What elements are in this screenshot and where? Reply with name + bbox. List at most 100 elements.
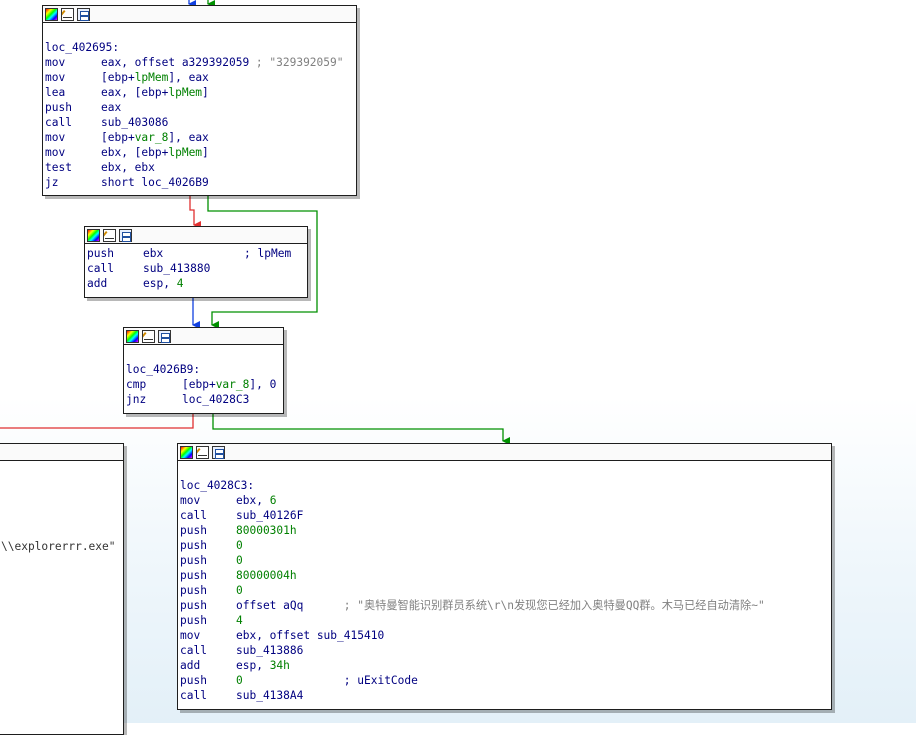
mnemonic: mov: [45, 71, 66, 84]
instruction-line[interactable]: push 0 ; uExitCode: [180, 673, 831, 688]
operand-variable[interactable]: 6: [270, 493, 277, 508]
instruction-line[interactable]: mov [ebp+ var_8], eax: [45, 130, 356, 145]
instruction-line[interactable]: mov [ebp+ lpMem], eax: [45, 70, 356, 85]
instruction-line[interactable]: mov ebx, 6: [180, 493, 831, 508]
instruction-line[interactable]: call sub_40126F: [180, 508, 831, 523]
operand-variable[interactable]: 34h: [270, 658, 290, 673]
instruction-line[interactable]: cmp [ebp+ var_8], 0: [126, 377, 283, 392]
rename-icon[interactable]: [142, 329, 155, 343]
instruction-line[interactable]: call sub_413886: [180, 643, 831, 658]
instruction-line[interactable]: push 4: [180, 613, 831, 628]
mnemonic: mov: [45, 56, 66, 69]
mnemonic: call: [180, 689, 207, 702]
group-nodes-icon[interactable]: [212, 445, 225, 459]
instruction-line[interactable]: push ebx ; lpMem: [87, 246, 307, 261]
instruction-line[interactable]: mov ebx, [ebp+ lpMem]: [45, 145, 356, 160]
code-block-loc-4028c3[interactable]: loc_4028C3: mov ebx, 6 call sub_40126F push 80…: [177, 443, 832, 710]
group-nodes-icon[interactable]: [77, 7, 90, 21]
block-header: [0, 444, 123, 461]
instruction-line[interactable]: call sub_403086: [45, 115, 356, 130]
instruction-line[interactable]: push 0: [180, 583, 831, 598]
color-palette-icon[interactable]: [87, 228, 100, 242]
code-label[interactable]: loc_4026B9:: [126, 362, 283, 377]
operand-variable[interactable]: lpMem: [168, 85, 202, 100]
instruction-line[interactable]: call sub_4138A4: [180, 688, 831, 703]
operand[interactable]: short loc_4026B9: [101, 175, 209, 190]
instruction-line[interactable]: push 0: [180, 538, 831, 553]
group-nodes-icon[interactable]: [119, 228, 132, 242]
mnemonic: push: [180, 539, 207, 552]
mnemonic: mov: [180, 629, 201, 642]
operand[interactable]: ebx: [143, 246, 163, 261]
color-palette-icon[interactable]: [45, 7, 58, 21]
mnemonic: push: [180, 554, 207, 567]
partial-code-block-left[interactable]: \\explorerrr.exe": [0, 443, 124, 735]
operand[interactable]: loc_4028C3: [182, 392, 249, 407]
mnemonic: mov: [180, 494, 201, 507]
code-label[interactable]: loc_4028C3:: [180, 478, 831, 493]
edge-b3-left-false: [0, 413, 194, 429]
operand-variable[interactable]: lpMem: [135, 70, 169, 85]
block-header: [85, 227, 307, 244]
operand[interactable]: eax: [101, 100, 121, 115]
instruction-line[interactable]: jz short loc_4026B9: [45, 175, 356, 190]
operand[interactable]: offset aQq: [236, 598, 303, 613]
instruction-line[interactable]: push offset aQq ; "奥特曼智能识别群员系统\r\n发现您已经加入…: [180, 598, 831, 613]
mnemonic: push: [180, 584, 207, 597]
operand-variable[interactable]: 4: [236, 613, 243, 628]
code-block-loc-402695[interactable]: loc_402695: mov eax, offset a329392059 ; "…: [42, 5, 357, 196]
operand[interactable]: sub_40126F: [236, 508, 303, 523]
instruction-line[interactable]: mov eax, offset a329392059 ; "329392059": [45, 55, 356, 70]
operand-variable[interactable]: 80000004h: [236, 568, 297, 583]
operand-variable[interactable]: 0: [236, 583, 243, 598]
code-label[interactable]: loc_402695:: [45, 40, 356, 55]
operand-prefix: esp,: [236, 659, 270, 672]
rename-icon[interactable]: [61, 7, 74, 21]
instruction-line[interactable]: push 80000004h: [180, 568, 831, 583]
operand-prefix: [ebp+: [182, 378, 216, 391]
operand-variable[interactable]: var_8: [135, 130, 169, 145]
mnemonic: jz: [45, 176, 59, 189]
operand[interactable]: ebx, offset sub_415410: [236, 628, 384, 643]
instruction-line[interactable]: test ebx, ebx: [45, 160, 356, 175]
operand-variable[interactable]: lpMem: [168, 145, 202, 160]
rename-icon[interactable]: [103, 228, 116, 242]
mnemonic: push: [87, 247, 114, 260]
operand-prefix: [ebp+: [101, 71, 135, 84]
operand-variable[interactable]: 0: [236, 538, 243, 553]
edge-b3-b4-true: [212, 413, 510, 445]
operand[interactable]: sub_4138A4: [236, 688, 303, 703]
instruction-line[interactable]: add esp, 34h: [180, 658, 831, 673]
instruction-line[interactable]: push 80000301h: [180, 523, 831, 538]
operand[interactable]: ebx, ebx: [101, 160, 155, 175]
color-palette-icon[interactable]: [126, 329, 139, 343]
mnemonic: add: [180, 659, 201, 672]
comment: ; lpMem: [163, 247, 292, 260]
instruction-line[interactable]: mov ebx, offset sub_415410: [180, 628, 831, 643]
instruction-line[interactable]: jnz loc_4028C3: [126, 392, 283, 407]
instruction-line[interactable]: push 0: [180, 553, 831, 568]
operand-variable[interactable]: 80000301h: [236, 523, 297, 538]
operand[interactable]: sub_413880: [143, 261, 210, 276]
instruction-line[interactable]: lea eax, [ebp+ lpMem]: [45, 85, 356, 100]
block-header: [178, 444, 831, 461]
operand[interactable]: sub_413886: [236, 643, 303, 658]
operand[interactable]: eax, offset a329392059: [101, 55, 249, 70]
operand-variable[interactable]: var_8: [216, 377, 250, 392]
code-block-free-lpmem[interactable]: push ebx ; lpMem call sub_413880 add esp, 4: [84, 226, 308, 298]
code-block-loc-4026b9[interactable]: loc_4026B9: cmp [ebp+ var_8], 0 jnz loc_4028C…: [123, 327, 284, 414]
color-palette-icon[interactable]: [180, 445, 193, 459]
rename-icon[interactable]: [196, 445, 209, 459]
instruction-line[interactable]: push eax: [45, 100, 356, 115]
operand-variable[interactable]: 4: [177, 276, 184, 291]
mnemonic: call: [180, 644, 207, 657]
operand-variable[interactable]: 0: [236, 673, 243, 688]
group-nodes-icon[interactable]: [158, 329, 171, 343]
mnemonic: mov: [45, 131, 66, 144]
operand-prefix: ebx, [ebp+: [101, 146, 169, 159]
instruction-line[interactable]: add esp, 4: [87, 276, 307, 291]
operand[interactable]: sub_403086: [101, 115, 168, 130]
instruction-line[interactable]: call sub_413880: [87, 261, 307, 276]
operand-variable[interactable]: 0: [236, 553, 243, 568]
